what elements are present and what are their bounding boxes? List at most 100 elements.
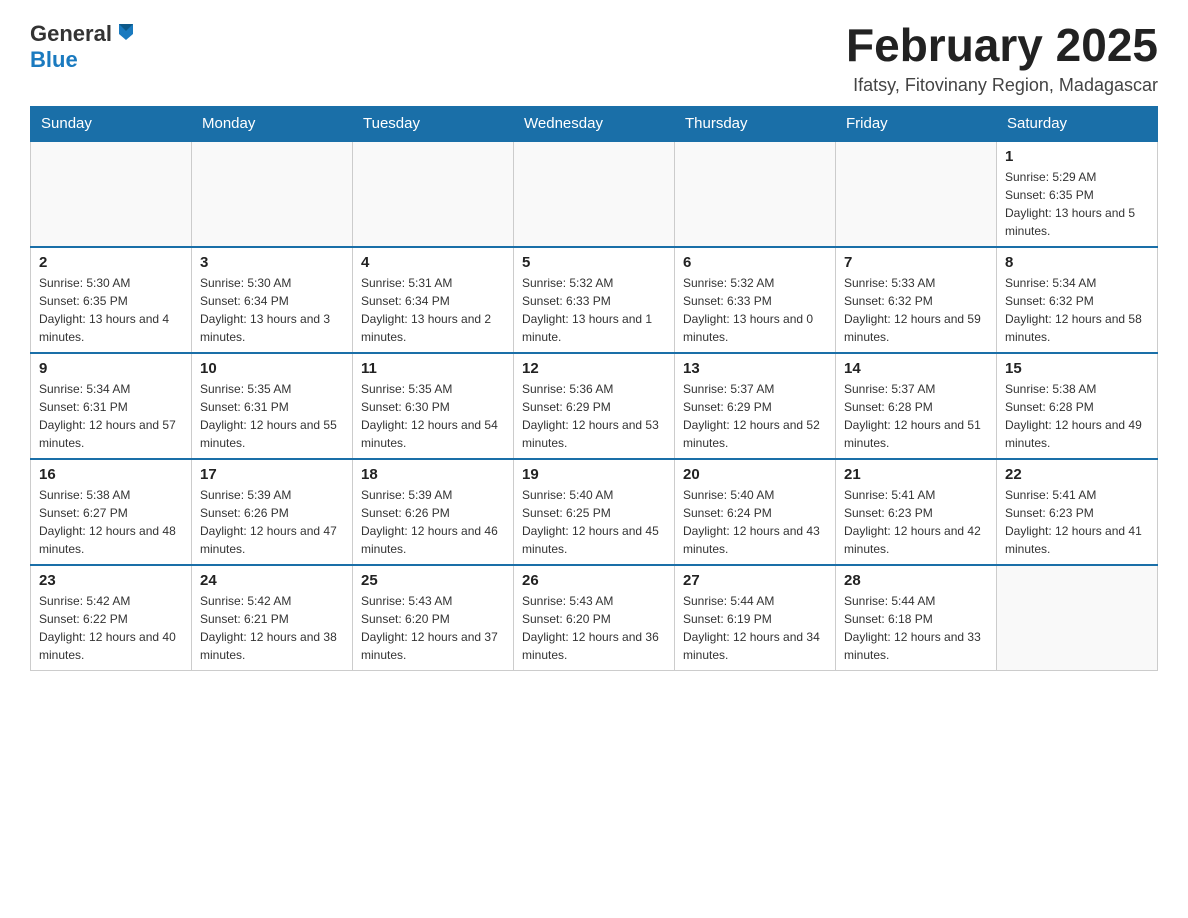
calendar-day-cell: 27 Sunrise: 5:44 AMSunset: 6:19 PMDayligh… [675, 565, 836, 671]
day-number: 2 [39, 254, 183, 271]
day-info: Sunrise: 5:34 AMSunset: 6:32 PMDaylight:… [1005, 274, 1149, 346]
day-number: 6 [683, 254, 827, 271]
calendar-week-row: 16 Sunrise: 5:38 AMSunset: 6:27 PMDayligh… [31, 459, 1158, 565]
calendar-day-cell: 20 Sunrise: 5:40 AMSunset: 6:24 PMDayligh… [675, 459, 836, 565]
calendar-day-cell: 3 Sunrise: 5:30 AMSunset: 6:34 PMDaylight… [192, 247, 353, 353]
calendar-day-cell: 7 Sunrise: 5:33 AMSunset: 6:32 PMDaylight… [836, 247, 997, 353]
day-info: Sunrise: 5:40 AMSunset: 6:24 PMDaylight:… [683, 486, 827, 558]
calendar-day-cell: 23 Sunrise: 5:42 AMSunset: 6:22 PMDayligh… [31, 565, 192, 671]
day-number: 9 [39, 360, 183, 377]
calendar-day-cell: 10 Sunrise: 5:35 AMSunset: 6:31 PMDayligh… [192, 353, 353, 459]
calendar-day-cell: 1Sunrise: 5:29 AMSunset: 6:35 PMDaylight… [997, 141, 1158, 247]
day-info: Sunrise: 5:40 AMSunset: 6:25 PMDaylight:… [522, 486, 666, 558]
day-info: Sunrise: 5:33 AMSunset: 6:32 PMDaylight:… [844, 274, 988, 346]
day-number: 19 [522, 466, 666, 483]
day-info: Sunrise: 5:30 AMSunset: 6:34 PMDaylight:… [200, 274, 344, 346]
calendar-header-thursday: Thursday [675, 106, 836, 141]
calendar-header-monday: Monday [192, 106, 353, 141]
calendar-day-cell [836, 141, 997, 247]
day-number: 5 [522, 254, 666, 271]
logo-blue: Blue [30, 47, 78, 72]
calendar-header-saturday: Saturday [997, 106, 1158, 141]
day-info: Sunrise: 5:38 AMSunset: 6:28 PMDaylight:… [1005, 380, 1149, 452]
calendar-day-cell: 17 Sunrise: 5:39 AMSunset: 6:26 PMDayligh… [192, 459, 353, 565]
day-number: 3 [200, 254, 344, 271]
calendar-day-cell: 14 Sunrise: 5:37 AMSunset: 6:28 PMDayligh… [836, 353, 997, 459]
day-number: 16 [39, 466, 183, 483]
calendar-day-cell: 6Sunrise: 5:32 AMSunset: 6:33 PMDaylight… [675, 247, 836, 353]
day-info: Sunrise: 5:37 AMSunset: 6:29 PMDaylight:… [683, 380, 827, 452]
day-number: 15 [1005, 360, 1149, 377]
calendar-day-cell: 9 Sunrise: 5:34 AMSunset: 6:31 PMDaylight… [31, 353, 192, 459]
calendar-week-row: 9 Sunrise: 5:34 AMSunset: 6:31 PMDaylight… [31, 353, 1158, 459]
day-info: Sunrise: 5:42 AMSunset: 6:21 PMDaylight:… [200, 592, 344, 664]
day-number: 10 [200, 360, 344, 377]
day-number: 12 [522, 360, 666, 377]
calendar-day-cell: 18Sunrise: 5:39 AMSunset: 6:26 PMDayligh… [353, 459, 514, 565]
calendar-day-cell [192, 141, 353, 247]
calendar-day-cell: 11Sunrise: 5:35 AMSunset: 6:30 PMDayligh… [353, 353, 514, 459]
calendar-day-cell: 4 Sunrise: 5:31 AMSunset: 6:34 PMDaylight… [353, 247, 514, 353]
day-number: 14 [844, 360, 988, 377]
day-number: 8 [1005, 254, 1149, 271]
day-number: 23 [39, 572, 183, 589]
calendar-day-cell: 22 Sunrise: 5:41 AMSunset: 6:23 PMDayligh… [997, 459, 1158, 565]
day-number: 20 [683, 466, 827, 483]
calendar-table: SundayMondayTuesdayWednesdayThursdayFrid… [30, 106, 1158, 671]
day-info: Sunrise: 5:35 AMSunset: 6:30 PMDaylight:… [361, 380, 505, 452]
calendar-day-cell: 5 Sunrise: 5:32 AMSunset: 6:33 PMDaylight… [514, 247, 675, 353]
calendar-day-cell: 26 Sunrise: 5:43 AMSunset: 6:20 PMDayligh… [514, 565, 675, 671]
calendar-day-cell: 12 Sunrise: 5:36 AMSunset: 6:29 PMDayligh… [514, 353, 675, 459]
day-number: 4 [361, 254, 505, 271]
day-number: 18 [361, 466, 505, 483]
day-number: 13 [683, 360, 827, 377]
calendar-day-cell: 2 Sunrise: 5:30 AMSunset: 6:35 PMDaylight… [31, 247, 192, 353]
day-number: 28 [844, 572, 988, 589]
calendar-day-cell: 19 Sunrise: 5:40 AMSunset: 6:25 PMDayligh… [514, 459, 675, 565]
logo-general: General [30, 21, 112, 47]
day-number: 25 [361, 572, 505, 589]
day-info: Sunrise: 5:44 AMSunset: 6:18 PMDaylight:… [844, 592, 988, 664]
page-header: General Blue February 2025 Ifatsy, Fitov… [30, 20, 1158, 96]
day-info: Sunrise: 5:34 AMSunset: 6:31 PMDaylight:… [39, 380, 183, 452]
calendar-week-row: 23 Sunrise: 5:42 AMSunset: 6:22 PMDayligh… [31, 565, 1158, 671]
calendar-day-cell: 13 Sunrise: 5:37 AMSunset: 6:29 PMDayligh… [675, 353, 836, 459]
day-info: Sunrise: 5:29 AMSunset: 6:35 PMDaylight:… [1005, 168, 1149, 240]
logo-arrow-icon [115, 20, 137, 47]
calendar-day-cell [514, 141, 675, 247]
day-info: Sunrise: 5:37 AMSunset: 6:28 PMDaylight:… [844, 380, 988, 452]
calendar-day-cell: 16 Sunrise: 5:38 AMSunset: 6:27 PMDayligh… [31, 459, 192, 565]
day-info: Sunrise: 5:43 AMSunset: 6:20 PMDaylight:… [361, 592, 505, 664]
day-info: Sunrise: 5:41 AMSunset: 6:23 PMDaylight:… [1005, 486, 1149, 558]
day-info: Sunrise: 5:42 AMSunset: 6:22 PMDaylight:… [39, 592, 183, 664]
day-info: Sunrise: 5:38 AMSunset: 6:27 PMDaylight:… [39, 486, 183, 558]
calendar-header-sunday: Sunday [31, 106, 192, 141]
calendar-header-friday: Friday [836, 106, 997, 141]
calendar-day-cell: 25 Sunrise: 5:43 AMSunset: 6:20 PMDayligh… [353, 565, 514, 671]
calendar-header-wednesday: Wednesday [514, 106, 675, 141]
calendar-week-row: 2 Sunrise: 5:30 AMSunset: 6:35 PMDaylight… [31, 247, 1158, 353]
title-block: February 2025 Ifatsy, Fitovinany Region,… [846, 20, 1158, 96]
calendar-day-cell [31, 141, 192, 247]
day-info: Sunrise: 5:39 AMSunset: 6:26 PMDaylight:… [200, 486, 344, 558]
day-number: 7 [844, 254, 988, 271]
day-number: 26 [522, 572, 666, 589]
day-number: 17 [200, 466, 344, 483]
day-number: 27 [683, 572, 827, 589]
calendar-day-cell: 28 Sunrise: 5:44 AMSunset: 6:18 PMDayligh… [836, 565, 997, 671]
day-info: Sunrise: 5:31 AMSunset: 6:34 PMDaylight:… [361, 274, 505, 346]
calendar-week-row: 1Sunrise: 5:29 AMSunset: 6:35 PMDaylight… [31, 141, 1158, 247]
month-title: February 2025 [846, 20, 1158, 71]
day-info: Sunrise: 5:43 AMSunset: 6:20 PMDaylight:… [522, 592, 666, 664]
day-info: Sunrise: 5:32 AMSunset: 6:33 PMDaylight:… [522, 274, 666, 346]
logo: General Blue [30, 20, 137, 73]
day-info: Sunrise: 5:35 AMSunset: 6:31 PMDaylight:… [200, 380, 344, 452]
calendar-day-cell: 24Sunrise: 5:42 AMSunset: 6:21 PMDayligh… [192, 565, 353, 671]
day-number: 21 [844, 466, 988, 483]
day-number: 22 [1005, 466, 1149, 483]
day-info: Sunrise: 5:30 AMSunset: 6:35 PMDaylight:… [39, 274, 183, 346]
calendar-header-row: SundayMondayTuesdayWednesdayThursdayFrid… [31, 106, 1158, 141]
calendar-day-cell [997, 565, 1158, 671]
day-info: Sunrise: 5:44 AMSunset: 6:19 PMDaylight:… [683, 592, 827, 664]
day-info: Sunrise: 5:36 AMSunset: 6:29 PMDaylight:… [522, 380, 666, 452]
